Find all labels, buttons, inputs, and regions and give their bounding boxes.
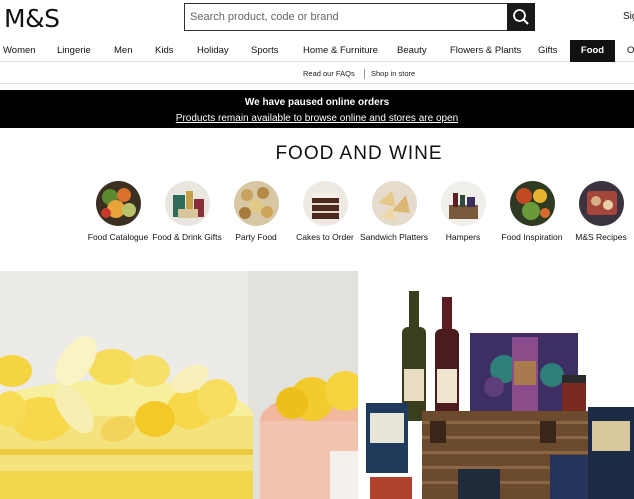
shop-in-store-link[interactable]: Shop in store [371, 69, 415, 78]
category-food-drink-gifts[interactable]: Food & Drink Gifts [152, 181, 222, 243]
ms-recipes-image [578, 181, 624, 226]
notice-banner: We have paused online orders Products re… [0, 90, 634, 128]
cakes-to-order-image [302, 181, 348, 226]
search-box [184, 3, 508, 31]
banner-title: We have paused online orders [244, 97, 390, 108]
search-icon [513, 9, 529, 25]
search-input[interactable] [185, 4, 507, 30]
category-label: M&S Recipes [575, 232, 627, 242]
nav-item-home-furniture[interactable]: Home & Furniture [303, 40, 378, 62]
nav-item-lingerie[interactable]: Lingerie [57, 40, 91, 62]
banner-link[interactable]: Products remain available to browse onli… [176, 113, 458, 124]
hero-hamper-image[interactable] [362, 271, 634, 499]
party-food-image [233, 181, 279, 226]
category-ms-recipes[interactable]: M&S Recipes [566, 181, 634, 243]
nav-item-women[interactable]: Women [3, 40, 36, 62]
category-party-food[interactable]: Party Food [221, 181, 291, 243]
category-label: Food & Drink Gifts [152, 232, 222, 242]
nav-item-overflow[interactable]: O [627, 40, 634, 62]
food-drink-gifts-image [164, 181, 210, 226]
nav-item-beauty[interactable]: Beauty [397, 40, 427, 62]
nav-item-kids[interactable]: Kids [155, 40, 173, 62]
nav-item-flowers-plants[interactable]: Flowers & Plants [450, 40, 521, 62]
faqs-link[interactable]: Read our FAQs [303, 69, 355, 78]
nav-item-food[interactable]: Food [570, 40, 615, 62]
category-food-inspiration[interactable]: Food Inspiration [497, 181, 567, 243]
category-sandwich-platters[interactable]: Sandwich Platters [359, 181, 429, 243]
sign-in-link[interactable]: Sign [623, 11, 634, 22]
nav-item-holiday[interactable]: Holiday [197, 40, 229, 62]
hampers-image [440, 181, 486, 226]
food-catalogue-image [95, 181, 141, 226]
sandwich-platters-image [371, 181, 417, 226]
category-label: Hampers [445, 232, 481, 242]
nav-item-men[interactable]: Men [114, 40, 132, 62]
sub-nav: Read our FAQs Shop in store [0, 64, 634, 84]
category-label: Food Inspiration [501, 232, 563, 242]
main-nav: Women Lingerie Men Kids Holiday Sports H… [0, 40, 634, 62]
category-hampers[interactable]: Hampers [428, 181, 498, 243]
search-button[interactable] [507, 3, 535, 31]
nav-item-sports[interactable]: Sports [251, 40, 278, 62]
category-food-catalogue[interactable]: Food Catalogue [83, 181, 153, 243]
page-title: FOOD AND WINE [275, 143, 443, 164]
category-label: Party Food [235, 232, 277, 242]
category-label: Cakes to Order [296, 232, 354, 242]
ms-logo[interactable]: M&S [4, 4, 60, 33]
hero-cake-image[interactable] [0, 271, 358, 499]
category-label: Sandwich Platters [359, 232, 429, 242]
nav-item-gifts[interactable]: Gifts [538, 40, 558, 62]
subnav-divider [364, 69, 365, 79]
site-header: M&S Sign [0, 0, 634, 36]
category-label: Food Catalogue [87, 232, 149, 242]
category-cakes-to-order[interactable]: Cakes to Order [290, 181, 360, 243]
food-inspiration-image [509, 181, 555, 226]
